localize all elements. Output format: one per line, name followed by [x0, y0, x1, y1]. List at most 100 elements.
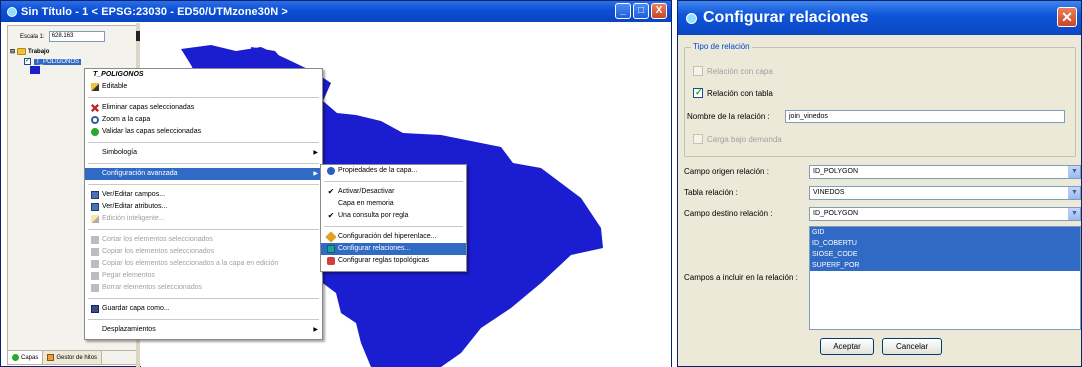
table-icon	[91, 203, 99, 211]
menu-label: Eliminar capas seleccionadas	[102, 104, 195, 111]
list-item[interactable]: SIOSE_CODE	[810, 249, 1080, 260]
dialog-title: Configurar relaciones	[703, 9, 869, 26]
menu-label: Desplazamientos	[102, 326, 156, 333]
pencil-icon	[91, 83, 99, 91]
submenu-arrow-icon: ▶	[313, 171, 318, 177]
topology-icon	[327, 257, 335, 265]
configure-relations-dialog: Configurar relaciones ✕ Tipo de relación…	[677, 0, 1082, 367]
menu-label: Configuración del hiperenlace...	[338, 233, 437, 240]
tree-root-label: Trabajo	[28, 48, 50, 55]
menu-separator	[88, 225, 319, 230]
menu-label: Copiar los elementos seleccionados	[102, 248, 215, 255]
lazy-load-checkbox	[693, 134, 703, 144]
menu-separator	[88, 93, 319, 98]
layer-label[interactable]: T_POLIGONOS	[34, 58, 82, 65]
submenu-item-topology-rules[interactable]: Configurar reglas topológicas	[321, 255, 466, 267]
menu-item-cut: Cortar los elementos seleccionados	[85, 234, 322, 246]
include-fields-list[interactable]: GID ID_COBERTU SIOSE_CODE SUPERF_POR	[809, 226, 1081, 330]
include-fields-label: Campos a incluir en la relación :	[684, 273, 798, 282]
chevron-down-icon[interactable]: ▼	[1068, 187, 1080, 199]
menu-separator	[88, 138, 319, 143]
tab-layers[interactable]: Capas	[8, 351, 44, 364]
scale-input[interactable]: 628.163	[48, 31, 105, 42]
tab-bookmarks[interactable]: Gestor de hitos	[43, 351, 103, 364]
list-item[interactable]: ID_COBERTU	[810, 238, 1080, 249]
menu-label: Borrar elementos seleccionados	[102, 284, 202, 291]
submenu-item-toggle-active[interactable]: ✔ Activar/Desactivar	[321, 186, 466, 198]
menu-label: Una consulta por regla	[338, 212, 409, 219]
menu-label: Configurar reglas topológicas	[338, 257, 430, 264]
menu-label: Simbología	[102, 149, 138, 156]
layer-node[interactable]: T_POLIGONOS	[24, 56, 82, 65]
menu-item-validate-layers[interactable]: Validar las capas seleccionadas	[85, 126, 322, 138]
list-item[interactable]: SUPERF_POR	[810, 260, 1080, 271]
submenu-item-configure-relations[interactable]: Configurar relaciones...	[321, 243, 466, 255]
menu-item-zoom-layer[interactable]: Zoom a la capa	[85, 114, 322, 126]
relation-table-value: VINEDOS	[813, 189, 845, 196]
menu-label: Capa en memoria	[338, 200, 394, 207]
toc-tabs: Capas Gestor de hitos	[8, 350, 136, 364]
chevron-down-icon[interactable]: ▼	[1068, 166, 1080, 178]
accept-button[interactable]: Aceptar	[820, 338, 874, 355]
delete-icon	[91, 284, 99, 292]
folder-icon	[17, 48, 27, 55]
layer-symbol-swatch	[30, 66, 40, 74]
source-field-select[interactable]: ID_POLYGON ▼	[809, 165, 1081, 179]
chevron-down-icon[interactable]: ▼	[1068, 208, 1080, 220]
app-icon	[7, 6, 17, 17]
menu-item-save-layer-as[interactable]: Guardar capa como...	[85, 303, 322, 315]
relations-icon	[327, 245, 335, 253]
close-button[interactable]: X	[651, 3, 667, 19]
collapse-icon[interactable]: ⊟	[10, 48, 15, 55]
window-titlebar[interactable]: Sin Título - 1 < EPSG:23030 - ED50/UTMzo…	[1, 1, 671, 22]
menu-label: Edición inteligente...	[102, 215, 165, 222]
menu-item-symbology[interactable]: Simbología ▶	[85, 147, 322, 159]
layer-visibility-checkbox[interactable]	[24, 56, 31, 65]
relation-name-input[interactable]: join_vinedos	[785, 110, 1065, 123]
check-icon: ✔	[327, 211, 335, 220]
submenu-item-memory-layer[interactable]: Capa en memoria	[321, 198, 466, 210]
relation-layer-checkbox	[693, 66, 703, 76]
tree-root-node[interactable]: ⊟ Trabajo	[10, 48, 81, 55]
menu-item-delete-elements: Borrar elementos seleccionados	[85, 282, 322, 294]
relation-table-checkbox[interactable]	[693, 87, 703, 98]
submenu-item-hyperlink-config[interactable]: Configuración del hiperenlace...	[321, 231, 466, 243]
menu-label: Configurar relaciones...	[338, 245, 411, 252]
paste-icon	[91, 272, 99, 280]
menu-label: Validar las capas seleccionadas	[102, 128, 202, 135]
dialog-close-button[interactable]: ✕	[1057, 7, 1077, 27]
menu-item-advanced-config[interactable]: Configuración avanzada ▶	[85, 168, 322, 180]
validate-icon	[91, 128, 99, 136]
menu-item-offsets[interactable]: Desplazamientos ▶	[85, 324, 322, 336]
submenu-item-layer-properties[interactable]: Propiedades de la capa...	[321, 165, 466, 177]
relation-table-select[interactable]: VINEDOS ▼	[809, 186, 1081, 200]
target-field-select[interactable]: ID_POLYGON ▼	[809, 207, 1081, 221]
menu-item-delete-layers[interactable]: Eliminar capas seleccionadas	[85, 102, 322, 114]
menu-item-editable[interactable]: Editable	[85, 81, 322, 93]
relation-table-option[interactable]: Relación con tabla	[693, 87, 773, 98]
menu-item-edit-attributes[interactable]: Ver/Editar atributos...	[85, 201, 322, 213]
dialog-titlebar[interactable]: Configurar relaciones ✕	[678, 1, 1081, 35]
menu-item-paste: Pegar elementos	[85, 270, 322, 282]
menu-separator	[88, 159, 319, 164]
zoom-icon	[91, 116, 99, 124]
menu-separator	[88, 294, 319, 299]
layers-icon	[12, 354, 19, 361]
submenu-item-query-per-rule[interactable]: ✔ Una consulta por regla	[321, 210, 466, 222]
check-icon: ✔	[327, 187, 335, 196]
relation-layer-option: Relación con capa	[693, 66, 773, 76]
context-menu-header: T_POLIGONOS	[93, 71, 144, 78]
menu-label: Guardar capa como...	[102, 305, 170, 312]
maximize-button[interactable]: □	[633, 3, 649, 19]
menu-item-edit-fields[interactable]: Ver/Editar campos...	[85, 189, 322, 201]
menu-separator	[324, 222, 463, 227]
minimize-button[interactable]: _	[615, 3, 631, 19]
cancel-button[interactable]: Cancelar	[882, 338, 942, 355]
cut-icon	[91, 236, 99, 244]
pencil-icon	[91, 215, 99, 223]
menu-label: Cortar los elementos seleccionados	[102, 236, 213, 243]
list-item[interactable]: GID	[810, 227, 1080, 238]
source-field-label: Campo origen relación :	[684, 167, 769, 176]
window-title: Sin Título - 1 < EPSG:23030 - ED50/UTMzo…	[21, 5, 288, 18]
save-icon	[91, 305, 99, 313]
